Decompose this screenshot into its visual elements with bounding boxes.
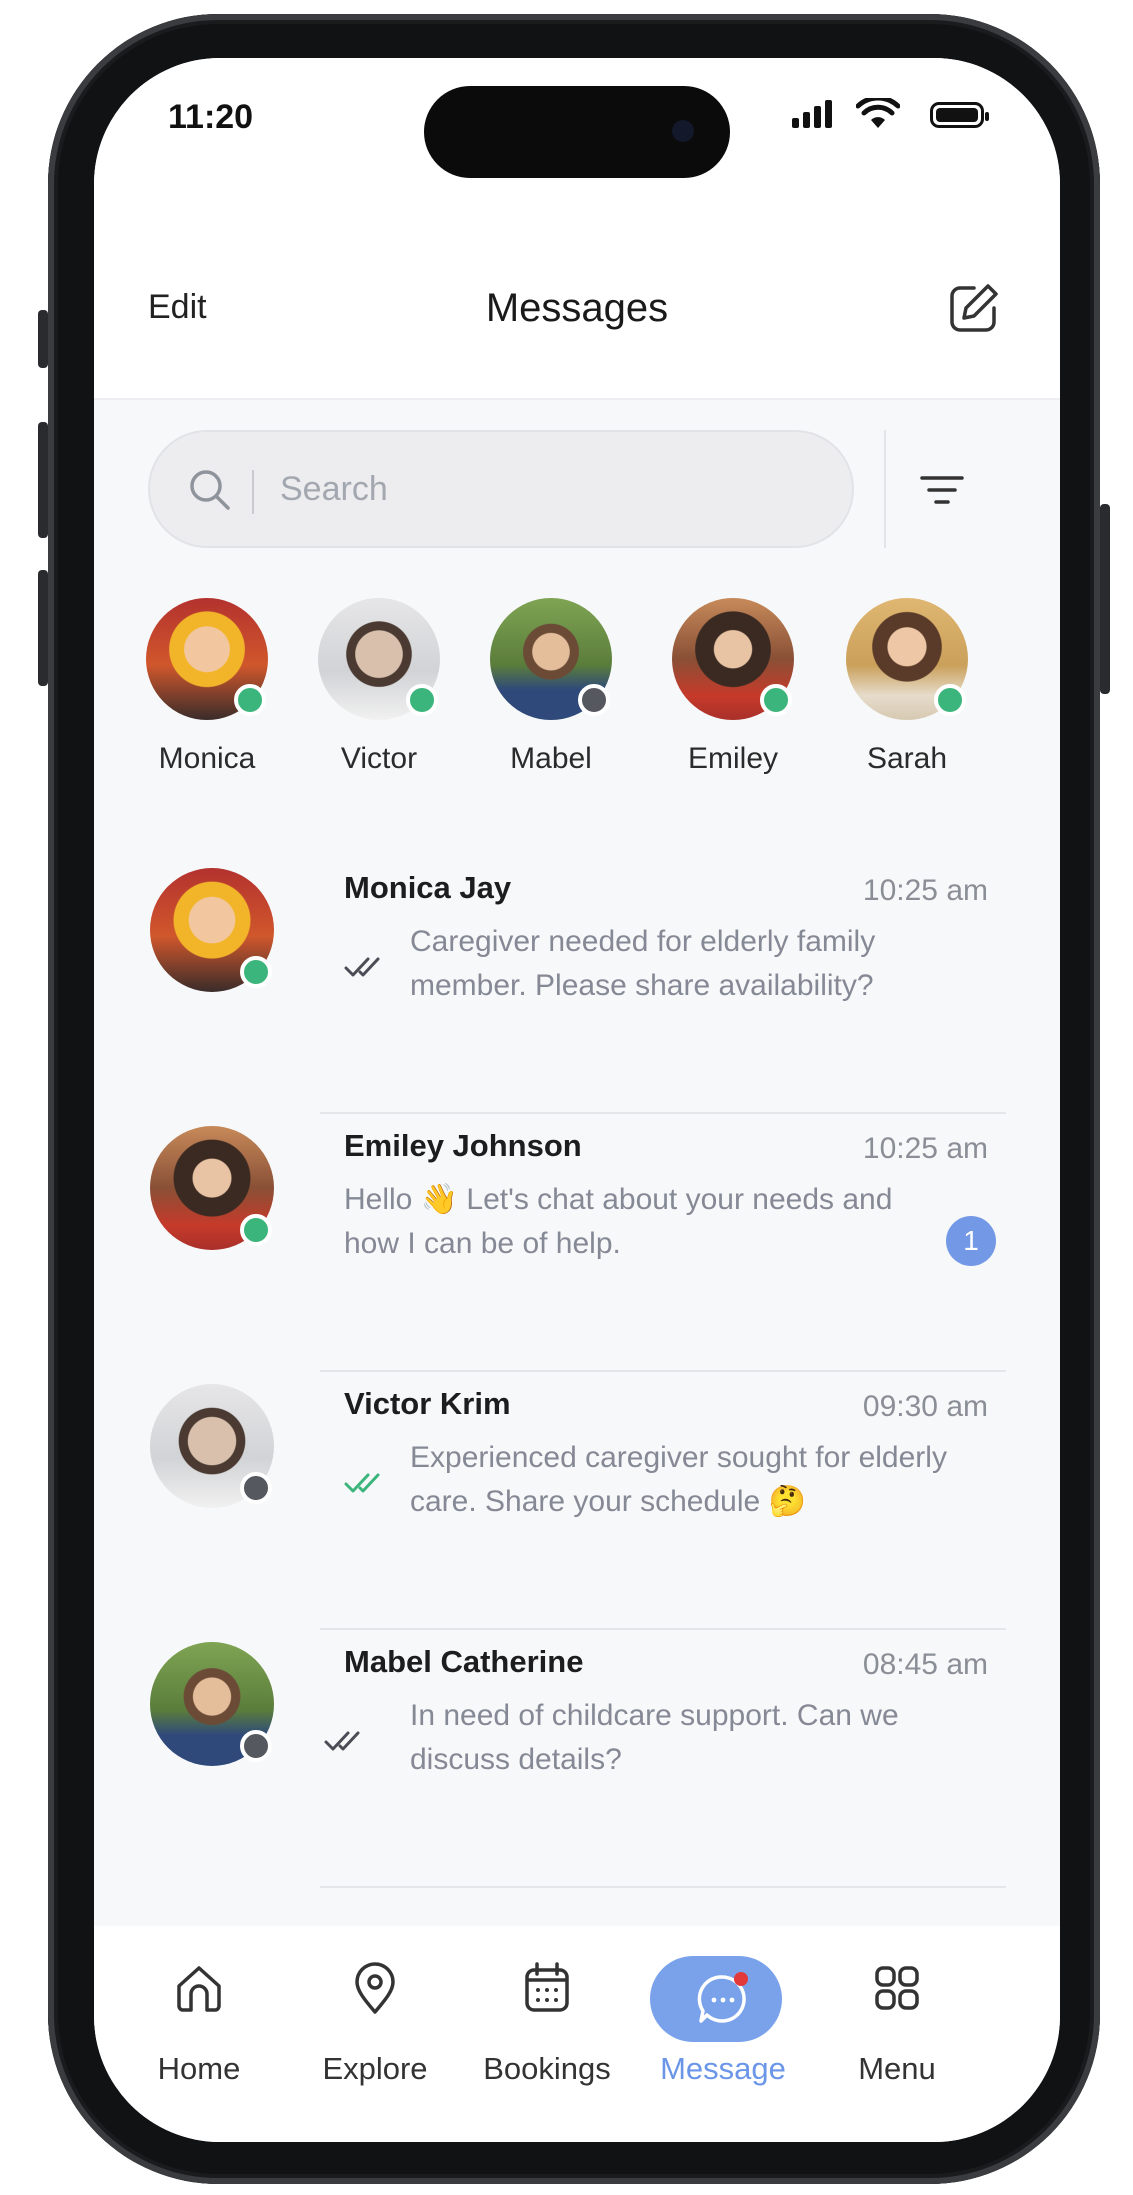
search-input[interactable]: Search (280, 470, 388, 509)
mute-switch (38, 310, 48, 368)
story-name: Emiley (687, 742, 778, 775)
message-time: 09:30 am (862, 1390, 988, 1423)
volume-up-button (38, 422, 48, 538)
story-item[interactable]: Sarah (842, 598, 972, 776)
tab-label: Message (660, 2051, 786, 2086)
online-indicator (240, 956, 272, 988)
search-icon (190, 470, 230, 510)
story-item[interactable]: Emiley (668, 598, 798, 776)
tab-label: Menu (858, 2051, 936, 2086)
location-pin-icon (355, 1962, 395, 2014)
active-contacts-row: Monica Victor Mabel Emiley Sarah (94, 598, 1060, 788)
power-button (1100, 504, 1110, 694)
header: Edit Messages (94, 198, 1060, 400)
online-indicator (760, 684, 792, 716)
tab-explore[interactable]: Explore (300, 1956, 450, 2087)
message-time: 10:25 am (862, 874, 988, 907)
conversation-item[interactable]: Mabel Catherine 08:45 am In need of chil… (94, 1630, 1060, 1888)
search-bar[interactable]: Search (148, 430, 854, 548)
offline-indicator (240, 1472, 272, 1504)
tab-message[interactable]: Message (648, 1956, 798, 2087)
filter-divider (884, 430, 886, 548)
story-name: Sarah (866, 742, 948, 775)
double-check-icon (324, 1731, 360, 1751)
contact-name: Victor Krim (344, 1386, 511, 1421)
story-item[interactable]: Mabel (486, 598, 616, 776)
grid-icon (875, 1966, 919, 2010)
online-indicator (240, 1214, 272, 1246)
story-name: Mabel (510, 742, 592, 775)
message-preview: Experienced caregiver sought for elderly… (410, 1441, 947, 1518)
bottom-tab-bar: Home Explore Bookings Message Menu (94, 1926, 1060, 2142)
calendar-icon (525, 1962, 569, 2012)
online-indicator (406, 684, 438, 716)
status-bar: 11:20 (94, 58, 1060, 198)
app-screen: 11:20 Edit Messages Search Monica Victor… (94, 58, 1060, 2142)
compose-icon[interactable] (944, 278, 1004, 338)
story-name: Monica (158, 742, 256, 775)
tab-menu[interactable]: Menu (822, 1956, 972, 2087)
tab-label: Bookings (483, 2051, 611, 2086)
online-indicator (234, 684, 266, 716)
contact-name: Monica Jay (344, 870, 512, 905)
story-item[interactable]: Monica (142, 598, 272, 776)
status-time: 11:20 (168, 98, 254, 136)
unread-badge: 1 (946, 1216, 996, 1266)
filter-icon[interactable] (914, 462, 970, 518)
contact-name: Mabel Catherine (344, 1644, 584, 1679)
message-preview: Hello 👋 Let's chat about your needs and … (344, 1183, 893, 1260)
double-check-read-icon (344, 1473, 380, 1493)
online-indicator (934, 684, 966, 716)
chat-bubble-icon (697, 1972, 748, 2023)
contact-name: Emiley Johnson (344, 1128, 582, 1163)
message-time: 08:45 am (862, 1648, 988, 1681)
home-icon (177, 1966, 221, 2012)
tab-label: Explore (322, 2051, 428, 2086)
message-preview: In need of childcare support. Can we dis… (410, 1699, 899, 1776)
story-name: Victor (340, 742, 418, 775)
tab-bookings[interactable]: Bookings (472, 1956, 622, 2087)
conversation-item[interactable]: Victor Krim 09:30 am Experienced caregiv… (94, 1372, 1060, 1630)
divider (320, 1886, 1006, 1888)
story-item[interactable]: Victor (314, 598, 444, 776)
message-time: 10:25 am (862, 1132, 988, 1165)
tab-label: Home (157, 2051, 241, 2086)
search-divider (252, 470, 254, 514)
tab-home[interactable]: Home (124, 1956, 274, 2087)
signal-icon (792, 100, 832, 128)
dynamic-island (424, 86, 730, 178)
offline-indicator (240, 1730, 272, 1762)
double-check-icon (344, 957, 380, 977)
volume-down-button (38, 570, 48, 686)
offline-indicator (578, 684, 610, 716)
conversation-item[interactable]: Monica Jay 10:25 am Caregiver needed for… (94, 856, 1060, 1114)
battery-icon (930, 102, 989, 128)
page-title: Messages (485, 286, 669, 330)
wifi-icon (856, 98, 900, 128)
conversation-item[interactable]: Emiley Johnson 10:25 am Hello 👋 Let's ch… (94, 1114, 1060, 1372)
message-preview: Caregiver needed for elderly family memb… (410, 925, 876, 1002)
